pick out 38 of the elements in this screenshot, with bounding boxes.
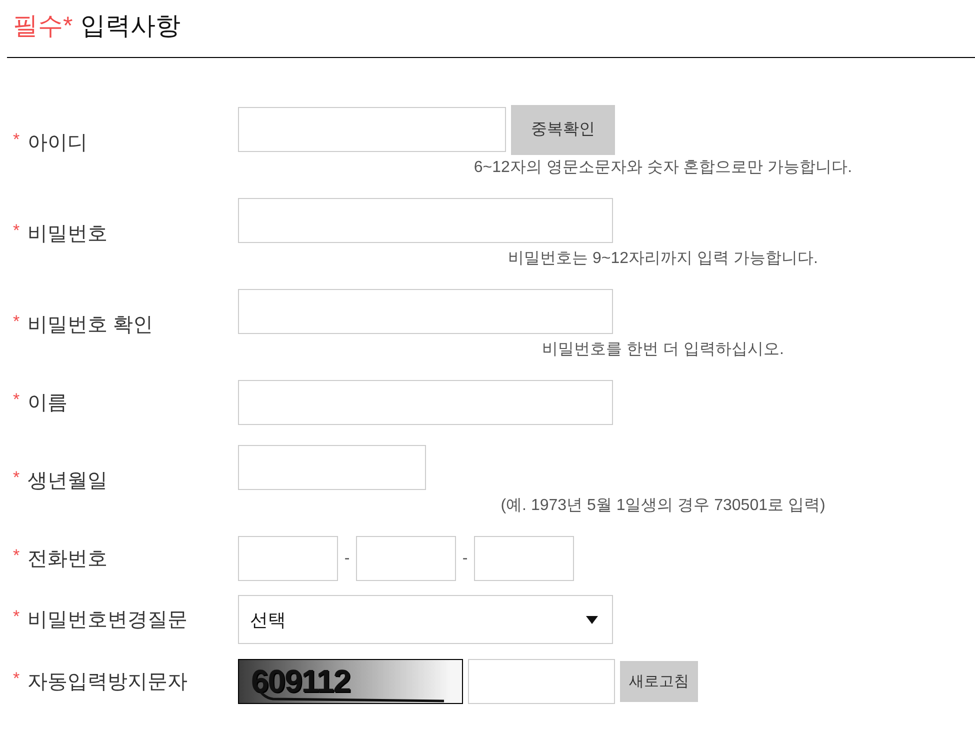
hint-text: 비밀번호는 9~12자리까지 입력 가능합니다.: [508, 249, 818, 269]
password-input[interactable]: [238, 289, 613, 334]
required-asterisk: *: [13, 608, 20, 624]
field-label: 전화번호: [28, 546, 108, 572]
hint-text: (예. 1973년 5월 1일생의 경우 730501로 입력): [500, 496, 826, 516]
hint-text: 6~12자의 영문소문자와 숫자 혼합으로만 가능합니다.: [474, 158, 852, 178]
required-asterisk: *: [13, 670, 20, 686]
phone-separator: -: [343, 550, 351, 568]
caret-icon: [586, 616, 598, 624]
required-asterisk: *: [13, 222, 20, 238]
refresh-button[interactable]: 새로고침: [620, 661, 698, 702]
required-label: 필수*: [13, 11, 73, 42]
required-asterisk: *: [13, 546, 20, 564]
field-label: 비밀번호 확인: [28, 312, 154, 338]
required-asterisk: *: [13, 130, 20, 148]
required-asterisk: *: [13, 390, 20, 408]
field-label: 비밀번호: [28, 222, 108, 246]
required-asterisk: *: [13, 312, 20, 330]
duplicate-check-button[interactable]: 중복확인: [511, 104, 615, 154]
phone-separator: -: [461, 550, 469, 568]
captcha-input[interactable]: [468, 659, 615, 704]
field-label: 아이디: [28, 130, 88, 156]
phone-input[interactable]: [474, 536, 574, 581]
birthdate-input[interactable]: [238, 445, 426, 490]
field-label: 비밀번호변경질문: [28, 608, 188, 632]
required-asterisk: *: [13, 468, 20, 486]
field-label: 자동입력방지문자: [28, 670, 188, 694]
phone-input[interactable]: [238, 536, 338, 581]
section-title: 입력사항: [80, 11, 181, 42]
phone-input[interactable]: [356, 536, 456, 581]
password-input[interactable]: [238, 198, 613, 243]
id-input[interactable]: [238, 107, 506, 152]
field-label: 생년월일: [28, 468, 108, 494]
captcha-text: 609112: [251, 664, 350, 698]
hint-text: 비밀번호를 한번 더 입력하십시오.: [542, 340, 784, 360]
name-input[interactable]: [238, 380, 613, 425]
question-select[interactable]: 선택: [238, 595, 613, 644]
field-label: 이름: [28, 390, 68, 416]
